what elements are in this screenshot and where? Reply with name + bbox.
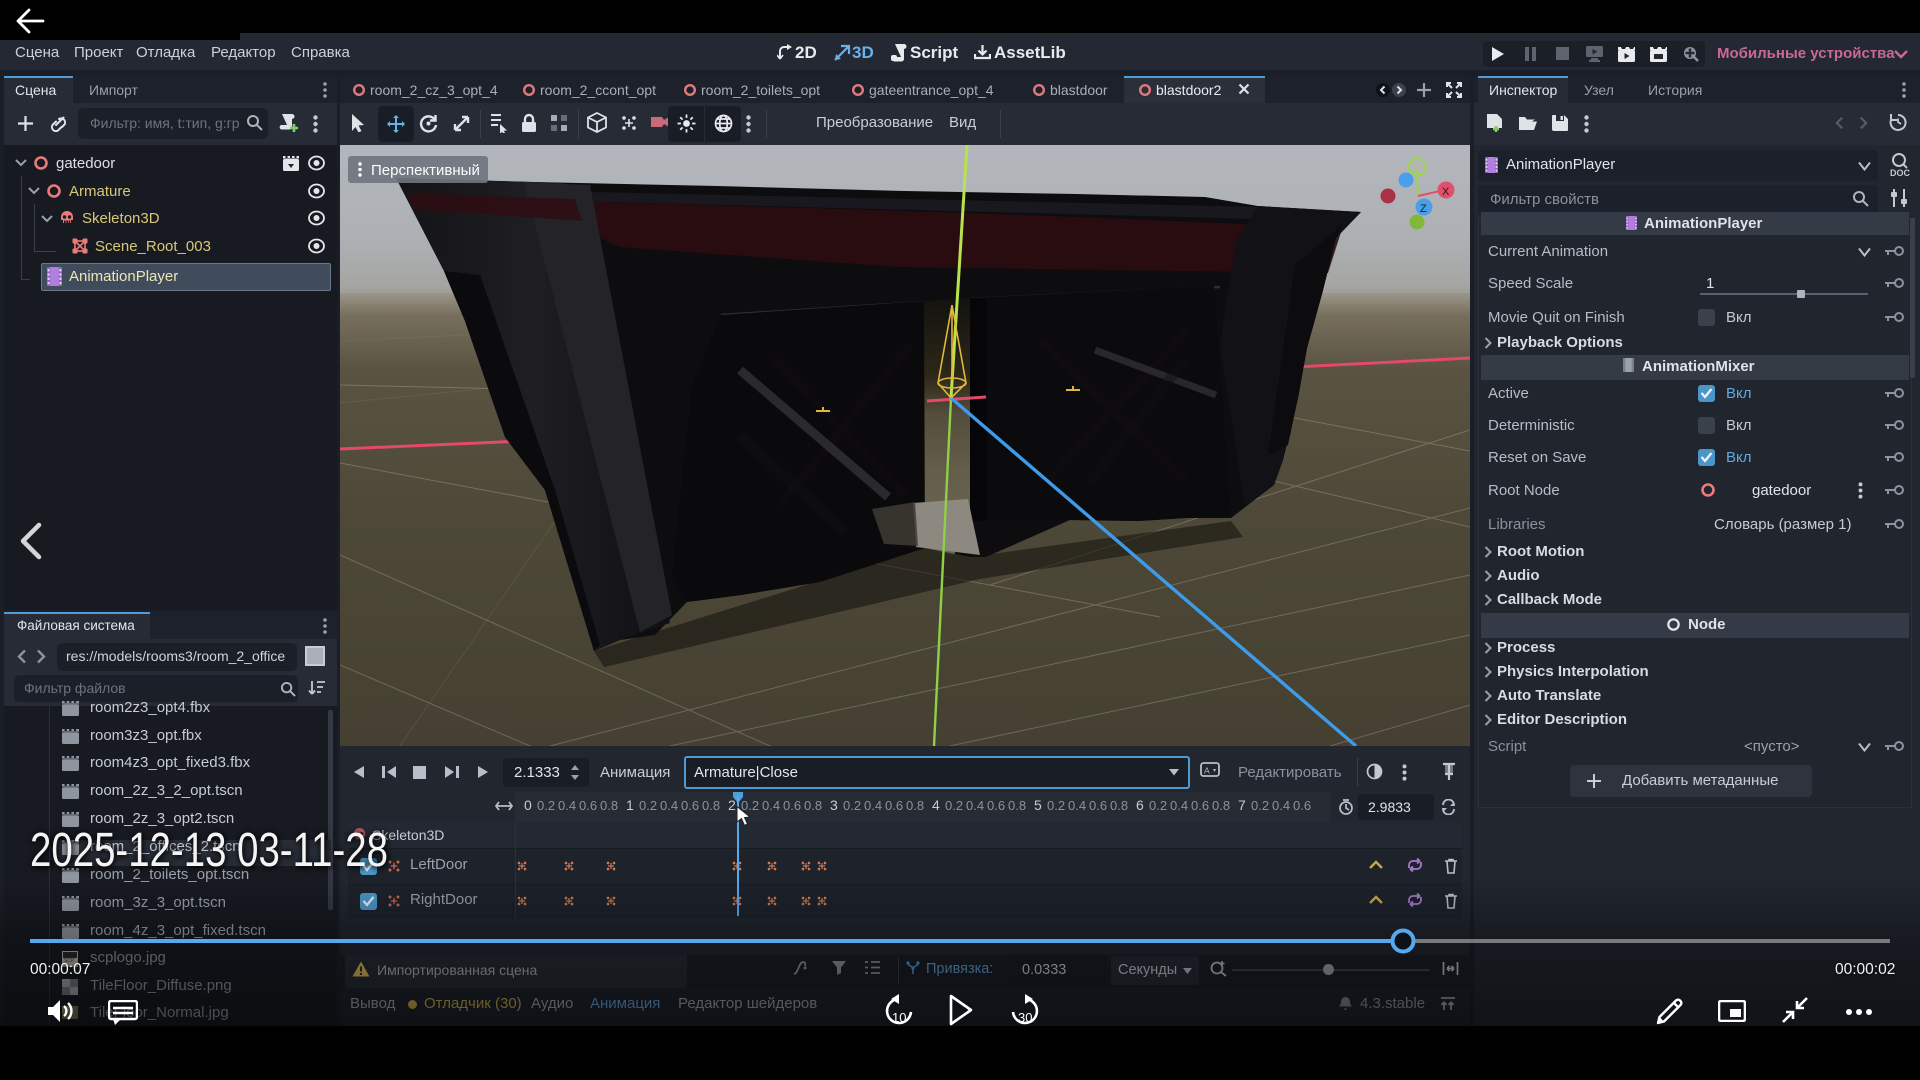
svg-text:30: 30: [1018, 1010, 1032, 1025]
svg-text:DOC: DOC: [1890, 168, 1910, 178]
svg-text:Перспективный: Перспективный: [371, 162, 480, 179]
svg-text:A: A: [1204, 766, 1210, 776]
svg-text:X: X: [1442, 186, 1450, 198]
svg-text:Y: Y: [1413, 163, 1421, 175]
svg-text:Z: Z: [1420, 203, 1427, 215]
svg-text:10: 10: [892, 1010, 906, 1025]
